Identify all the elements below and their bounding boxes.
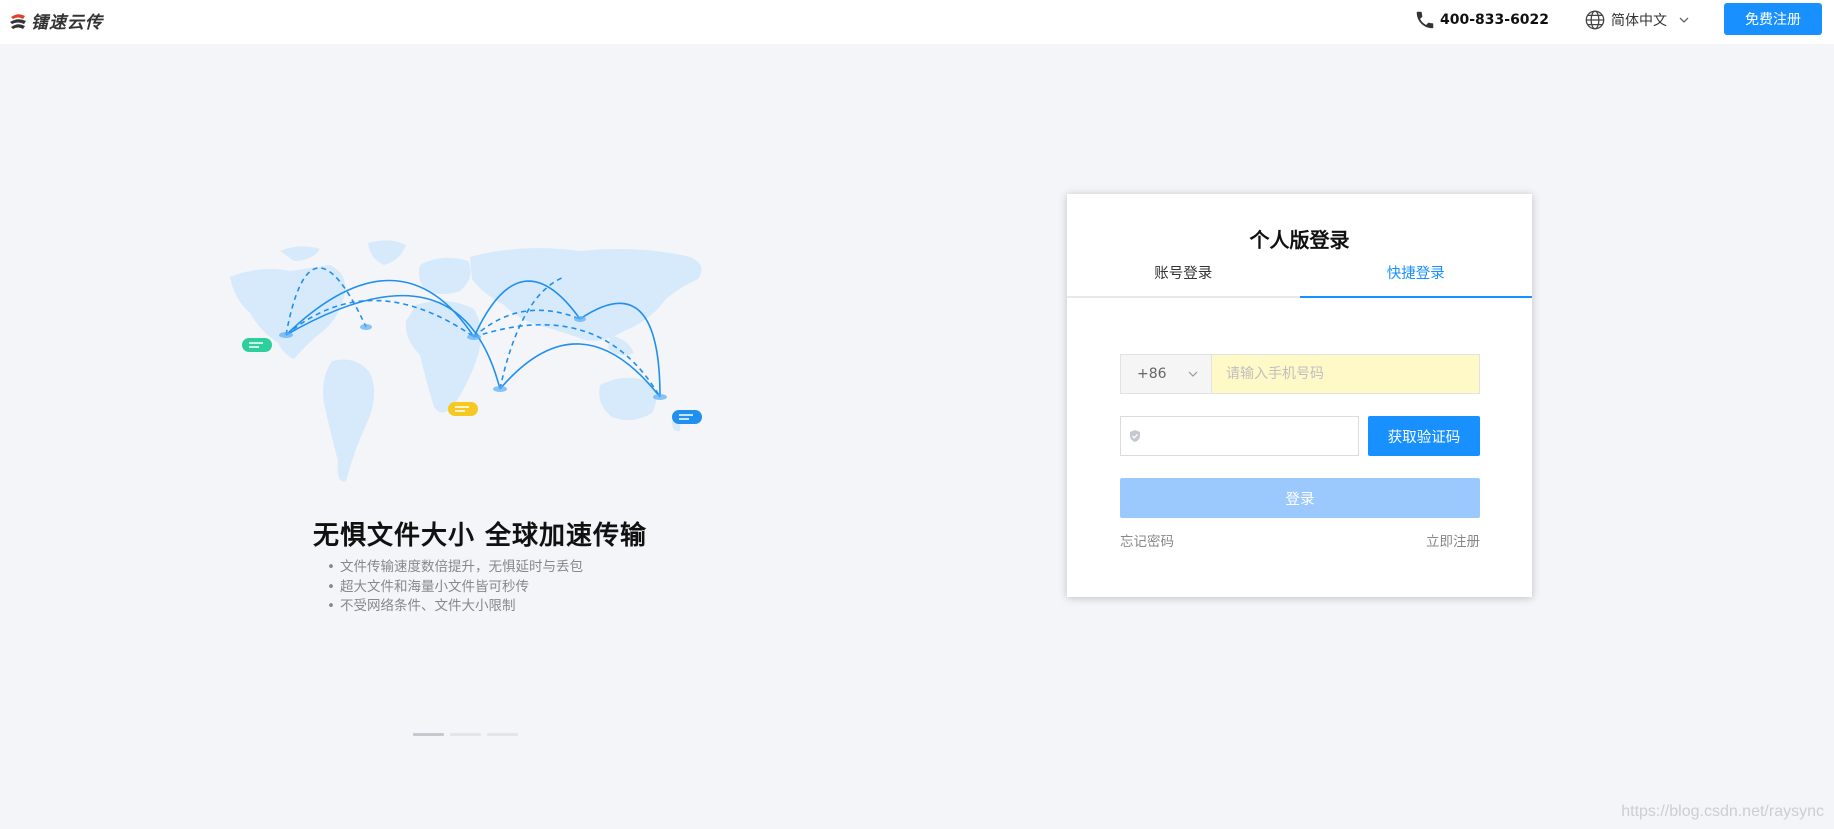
chat-bubble-icon-yellow [448,402,478,416]
world-map-graphic [230,240,702,482]
phone-number: 400-833-6022 [1440,12,1550,28]
feature-item: 超大文件和海量小文件皆可秒传 [327,578,583,598]
logo-icon [10,13,26,29]
feature-item: 不受网络条件、文件大小限制 [327,597,583,617]
forgot-password-link[interactable]: 忘记密码 [1120,530,1174,550]
chat-bubble-icon-blue [672,410,702,424]
logo[interactable]: 镭速云传 [8,8,103,33]
login-tabs: 账号登录 快捷登录 [1067,260,1532,298]
feature-item: 文件传输速度数倍提升，无惧延时与丢包 [327,558,583,578]
carousel-dot-3[interactable] [487,733,518,736]
watermark: https://blog.csdn.net/raysync [1621,803,1824,820]
tab-account-login[interactable]: 账号登录 [1067,260,1300,296]
tab-quick-login[interactable]: 快捷登录 [1299,260,1533,298]
login-button[interactable]: 登录 [1120,478,1480,518]
verification-code-input[interactable] [1142,417,1358,455]
chevron-down-icon [1188,371,1198,377]
carousel-dot-2[interactable] [450,733,481,736]
phone-number-input[interactable] [1212,355,1479,393]
free-register-button[interactable]: 免费注册 [1724,3,1822,35]
country-code-select[interactable]: +86 [1121,355,1212,393]
login-card: 个人版登录 账号登录 快捷登录 +86 获取验证码 登录 忘记密码 立即注册 [1067,194,1532,597]
language-label: 简体中文 [1611,13,1667,29]
logo-text: 镭速云传 [31,13,103,33]
verification-code-group [1120,416,1359,456]
get-code-button[interactable]: 获取验证码 [1368,416,1480,456]
signup-link[interactable]: 立即注册 [1426,530,1480,550]
login-title: 个人版登录 [1249,228,1350,252]
language-selector[interactable]: 简体中文 [1584,9,1690,31]
carousel-dot-1[interactable] [413,733,444,736]
carousel-indicators [413,733,518,736]
phone-icon [1416,11,1434,29]
world-map-illustration [220,235,720,495]
top-header: 镭速云传 400-833-6022 简体中文 免费注册 [0,0,1834,44]
chat-bubble-icon-green [242,338,272,352]
chevron-down-icon [1679,17,1689,23]
country-code-value: +86 [1137,366,1167,382]
shield-icon [1130,430,1140,442]
feature-list: 文件传输速度数倍提升，无惧延时与丢包 超大文件和海量小文件皆可秒传 不受网络条件… [327,558,583,617]
hero-title: 无惧文件大小 全球加速传输 [313,521,648,551]
globe-icon [1585,10,1605,30]
phone-input-group: +86 [1120,354,1480,394]
contact-phone: 400-833-6022 [1414,9,1549,31]
